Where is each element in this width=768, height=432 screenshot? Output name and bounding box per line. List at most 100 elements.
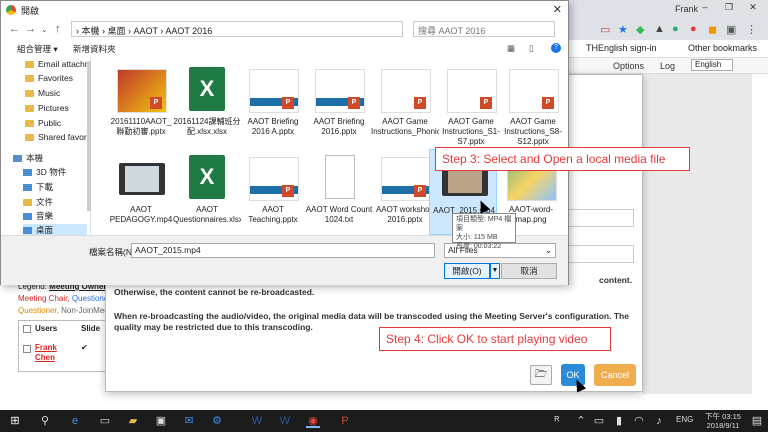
file-label: 20161110AAOT_聯勤初審.pptx — [110, 117, 172, 136]
history-chevron-icon[interactable]: ⌄ — [41, 25, 48, 34]
bookmark-thenglish[interactable]: THEnglish sign-in — [586, 43, 657, 53]
store-icon[interactable]: ▣ — [154, 414, 168, 428]
close-icon[interactable]: ✕ — [553, 3, 562, 16]
network-icon[interactable]: ▭ — [592, 414, 606, 428]
filename-label: 檔案名稱(N): — [89, 247, 138, 257]
clock-date: 2018/9/11 — [706, 421, 740, 430]
filename-input[interactable]: AAOT_2015.mp4 — [131, 243, 435, 258]
extension4-icon[interactable]: ● — [690, 23, 697, 35]
preview-pane-icon[interactable]: ▯ — [529, 43, 534, 54]
notifications-icon[interactable]: ▤ — [750, 414, 764, 428]
sidebar-item-label: Email attachme — [38, 59, 91, 69]
file-item[interactable]: AAOT PEDAGOGY.mp4 — [107, 149, 175, 235]
sidebar-item-this-pc[interactable]: 本機 — [13, 152, 43, 165]
input-language[interactable]: ENG — [676, 415, 693, 424]
view-options-icon[interactable]: ▦ — [507, 43, 515, 54]
minimize-icon[interactable]: – — [696, 2, 714, 14]
file-item[interactable]: AAOT Word Count 1024.txt — [305, 149, 373, 235]
sidebar-item-3d[interactable]: 3D 物件 — [23, 166, 66, 179]
wifi-icon[interactable]: ◠ — [632, 414, 646, 428]
file-item[interactable]: P AAOT Game Instructions_Phonics.pptx — [371, 61, 439, 147]
word-icon[interactable]: W — [250, 414, 264, 428]
sidebar-scrollbar[interactable] — [87, 61, 91, 211]
file-item[interactable]: X AAOT Questionnaires.xlsx — [173, 149, 241, 235]
search-input[interactable]: 搜尋 AAOT 2016 — [413, 21, 555, 37]
cancel-file-button[interactable]: 取消 — [501, 263, 557, 279]
file-label: AAOT Game Instructions_S1-S7.pptx — [442, 117, 500, 146]
extension3-icon[interactable]: ● — [672, 23, 679, 35]
word2-icon[interactable]: W — [278, 414, 292, 428]
mail-icon[interactable]: ✉ — [182, 414, 196, 428]
sidebar-item-shared[interactable]: Shared favorite — [25, 132, 90, 145]
forward-arrow-icon[interactable]: → — [25, 23, 36, 35]
tray-chevron-icon[interactable]: ⌃ — [574, 414, 588, 428]
step4-callout: Step 4: Click OK to start playing video — [379, 327, 611, 351]
help-icon[interactable]: ? — [551, 43, 561, 53]
powerpoint-icon: P — [414, 97, 426, 109]
extension6-icon[interactable]: ▣ — [726, 23, 736, 36]
bookmarks-bar: THEnglish sign-in Other bookmarks — [568, 40, 768, 58]
restore-icon[interactable]: ❐ — [720, 2, 738, 14]
bookmark-star-icon[interactable]: ★ — [618, 23, 628, 36]
settings-icon[interactable]: ⚙ — [210, 414, 224, 428]
clock[interactable]: 下午 03:15 2018/9/11 — [700, 412, 746, 430]
open-folder-button[interactable]: 🗁 — [530, 365, 552, 385]
open-button[interactable]: 開啟(O) — [444, 263, 490, 279]
menu-icon[interactable]: ⋮ — [746, 23, 757, 36]
user-frank-chen[interactable]: Frank Chen — [35, 343, 63, 363]
address-bar[interactable]: › 本機 › 桌面 › AAOT › AAOT 2016 — [71, 21, 403, 37]
sidebar-item-documents[interactable]: 文件 — [23, 196, 53, 209]
file-item[interactable]: P AAOT Briefing 2016.pptx — [305, 61, 373, 147]
sidebar-item-email[interactable]: Email attachme — [25, 59, 91, 72]
file-item[interactable]: P AAOT Game Instructions_S8-S12.pptx — [499, 61, 567, 147]
nav-options[interactable]: Options — [613, 61, 644, 71]
extension2-icon[interactable]: ▲ — [654, 23, 665, 35]
chrome-taskbar-icon[interactable]: ◉ — [306, 414, 320, 428]
file-item[interactable]: X 20161124課輔班分配.xlsx.xlsx — [173, 61, 241, 147]
sidebar-item-label: Pictures — [38, 103, 69, 113]
back-arrow-icon[interactable]: ← — [9, 23, 20, 35]
file-item[interactable]: P AAOT Briefing 2016 A.pptx — [239, 61, 307, 147]
windows-start-icon[interactable]: ⊞ — [8, 414, 22, 428]
file-item[interactable]: P 20161110AAOT_聯勤初審.pptx — [107, 61, 175, 147]
extension-icon[interactable]: ◆ — [636, 23, 644, 36]
sidebar-item-music[interactable]: Music — [25, 88, 60, 101]
navigation-pane: Email attachme Favorites Music Pictures … — [1, 57, 91, 235]
cast-icon[interactable]: ▭ — [600, 23, 610, 36]
file-label: AAOT Questionnaires.xlsx — [173, 205, 241, 224]
volume-icon[interactable]: ♪ — [652, 414, 666, 428]
cube-icon — [23, 169, 32, 176]
file-item[interactable]: P AAOT Game Instructions_S1-S7.pptx — [437, 61, 505, 147]
organize-button[interactable]: 組合管理 ▾ — [17, 43, 58, 55]
up-arrow-icon[interactable]: ↑ — [55, 23, 61, 35]
nav-log[interactable]: Log — [660, 61, 675, 71]
open-dropdown-icon[interactable]: ▼ — [490, 263, 500, 279]
legend-chair: Meeting Chair, — [18, 294, 70, 303]
battery-icon[interactable]: ▮ — [612, 414, 626, 428]
new-folder-button[interactable]: 新增資料夾 — [73, 43, 116, 55]
sidebar-item-music-zh[interactable]: 音樂 — [23, 210, 53, 223]
sidebar-item-public[interactable]: Public — [25, 118, 61, 131]
profile-name[interactable]: Frank — [675, 4, 698, 14]
extension5-icon[interactable]: ◼ — [708, 23, 717, 36]
sidebar-item-favorites[interactable]: Favorites — [25, 73, 73, 86]
search-icon[interactable]: ⚲ — [38, 414, 52, 428]
sidebar-item-label: 音樂 — [36, 211, 54, 221]
file-item[interactable]: P AAOT Teaching.pptx — [239, 149, 307, 235]
bookmark-other[interactable]: Other bookmarks — [688, 43, 757, 53]
sidebar-item-downloads[interactable]: 下載 — [23, 181, 53, 194]
select-all-checkbox[interactable] — [23, 325, 31, 333]
excel-icon: X — [189, 67, 225, 111]
powerpoint-taskbar-icon[interactable]: P — [338, 414, 352, 428]
task-view-icon[interactable]: ▭ — [98, 414, 112, 428]
music-icon — [23, 213, 32, 220]
close-window-icon[interactable]: ✕ — [744, 2, 762, 14]
cancel-button[interactable]: Cancel — [594, 364, 636, 386]
language-select[interactable]: English — [691, 59, 733, 71]
sidebar-item-desktop[interactable]: 桌面 — [23, 224, 87, 235]
edge-icon[interactable]: e — [68, 414, 82, 428]
people-icon[interactable]: ᴿ — [550, 414, 564, 428]
user-checkbox[interactable] — [23, 345, 31, 353]
sidebar-item-pictures[interactable]: Pictures — [25, 103, 69, 116]
file-explorer-icon[interactable]: ▰ — [126, 414, 140, 428]
